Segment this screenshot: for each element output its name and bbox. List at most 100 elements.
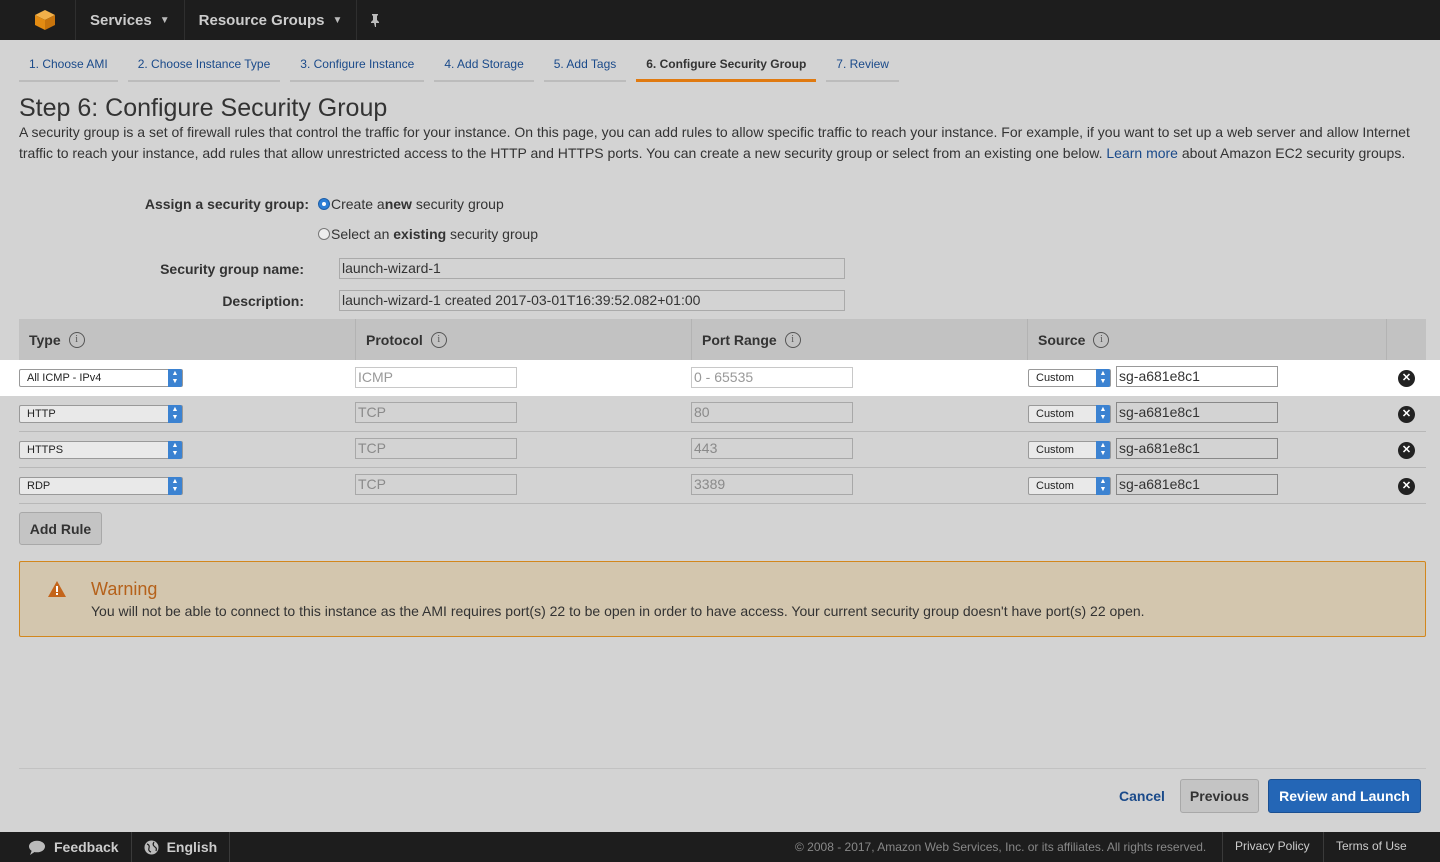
table-row: All ICMP - IPv4 ▲ ▼ ICMP 0 - 65535 Custom…	[0, 360, 1440, 396]
warning-text: You will not be able to connect to this …	[91, 603, 1145, 619]
protocol-field[interactable]: TCP	[355, 474, 517, 495]
info-icon[interactable]: i	[430, 331, 447, 348]
table-row: HTTP ▲ ▼ TCP 80 Custom ▲ ▼ sg-a681e8c1 ✕	[0, 396, 1440, 432]
resource-groups-label: Resource Groups	[198, 11, 325, 29]
tab-add-storage[interactable]: 4. Add Storage	[434, 52, 534, 82]
type-select-value: RDP	[27, 480, 51, 492]
description-label: Description:	[222, 293, 304, 309]
column-source-label: Source	[1038, 331, 1086, 348]
source-type-select[interactable]: Custom ▲ ▼	[1028, 405, 1111, 423]
globe-icon	[144, 840, 159, 854]
port-range-field[interactable]: 80	[691, 402, 853, 423]
protocol-field[interactable]: ICMP	[355, 367, 517, 388]
intro-text-tail: about Amazon EC2 security groups.	[1181, 145, 1406, 161]
select-arrows-icon: ▲ ▼	[168, 369, 182, 387]
select-arrows-icon: ▲ ▼	[1096, 405, 1110, 423]
radio-select-existing-pre: Select an	[331, 226, 394, 242]
description-input[interactable]: launch-wizard-1 created 2017-03-01T16:39…	[339, 290, 845, 311]
review-and-launch-button[interactable]: Review and Launch	[1268, 779, 1421, 813]
tab-choose-ami[interactable]: 1. Choose AMI	[19, 52, 118, 82]
select-arrows-icon: ▲ ▼	[1096, 477, 1110, 495]
warning-title: Warning	[91, 579, 158, 599]
source-input[interactable]: sg-a681e8c1	[1116, 402, 1278, 423]
source-type-select[interactable]: Custom ▲ ▼	[1028, 477, 1111, 495]
security-group-name-input[interactable]: launch-wizard-1	[339, 258, 845, 279]
type-select[interactable]: All ICMP - IPv4 ▲ ▼	[19, 369, 183, 387]
column-type-label: Type	[29, 331, 61, 348]
feedback-button[interactable]: Feedback	[0, 832, 132, 862]
column-protocol-label: Protocol	[366, 331, 423, 348]
source-input[interactable]: sg-a681e8c1	[1116, 366, 1278, 387]
language-selector[interactable]: English	[132, 832, 231, 862]
radio-create-new[interactable]: Create a new security group	[318, 196, 504, 212]
info-icon[interactable]: i	[784, 331, 801, 348]
port-range-field[interactable]: 3389	[691, 474, 853, 495]
services-menu[interactable]: Services ▼	[75, 0, 184, 40]
type-select-value: HTTPS	[27, 444, 64, 456]
add-rule-button[interactable]: Add Rule	[19, 512, 102, 545]
source-type-select[interactable]: Custom ▲ ▼	[1028, 369, 1111, 387]
column-header-protocol: Protocol i	[356, 319, 692, 360]
column-port-range-label: Port Range	[702, 331, 777, 348]
remove-rule-close-icon[interactable]: ✕	[1398, 478, 1415, 495]
tab-configure-instance[interactable]: 3. Configure Instance	[290, 52, 425, 82]
port-range-field[interactable]: 0 - 65535	[691, 367, 853, 388]
radio-create-new-bold: new	[384, 196, 412, 212]
type-select[interactable]: RDP ▲ ▼	[19, 477, 183, 495]
chevron-down-icon: ▼	[159, 14, 170, 26]
protocol-field[interactable]: TCP	[355, 402, 517, 423]
intro-text: A security group is a set of firewall ru…	[19, 122, 1429, 164]
cancel-button[interactable]: Cancel	[1119, 788, 1165, 804]
separator	[1222, 832, 1223, 862]
remove-rule-close-icon[interactable]: ✕	[1398, 406, 1415, 423]
table-row: RDP ▲ ▼ TCP 3389 Custom ▲ ▼ sg-a681e8c1 ✕	[0, 468, 1440, 504]
port-range-field[interactable]: 443	[691, 438, 853, 459]
info-icon[interactable]: i	[68, 331, 85, 348]
select-arrows-icon: ▲ ▼	[1096, 441, 1110, 459]
type-select[interactable]: HTTPS ▲ ▼	[19, 441, 183, 459]
terms-of-use-link[interactable]: Terms of Use	[1336, 839, 1407, 853]
info-icon[interactable]: i	[1093, 331, 1110, 348]
aws-cube-logo-icon[interactable]	[27, 0, 63, 40]
radio-unchecked-icon[interactable]	[318, 228, 330, 240]
privacy-policy-link[interactable]: Privacy Policy	[1235, 839, 1310, 853]
source-type-select[interactable]: Custom ▲ ▼	[1028, 441, 1111, 459]
warning-panel: Warning You will not be able to connect …	[19, 561, 1426, 637]
radio-select-existing[interactable]: Select an existing security group	[318, 226, 538, 242]
previous-button[interactable]: Previous	[1180, 779, 1259, 813]
column-header-port-range: Port Range i	[692, 319, 1028, 360]
pin-icon[interactable]	[356, 0, 393, 40]
language-label: English	[166, 839, 218, 855]
type-select-value: HTTP	[27, 408, 56, 420]
select-arrows-icon: ▲ ▼	[168, 477, 182, 495]
remove-rule-close-icon[interactable]: ✕	[1398, 370, 1415, 387]
warning-triangle-icon	[48, 581, 66, 597]
wizard-steps: 1. Choose AMI 2. Choose Instance Type 3.…	[19, 52, 899, 82]
chevron-down-icon: ▼	[332, 14, 343, 26]
select-arrows-icon: ▲ ▼	[1096, 369, 1110, 387]
tab-review[interactable]: 7. Review	[826, 52, 899, 82]
remove-rule-close-icon[interactable]: ✕	[1398, 442, 1415, 459]
row-divider	[19, 503, 1426, 504]
radio-checked-icon[interactable]	[318, 198, 330, 210]
resource-groups-menu[interactable]: Resource Groups ▼	[183, 0, 357, 40]
security-group-name-label: Security group name:	[160, 261, 304, 277]
source-type-value: Custom	[1036, 444, 1074, 456]
source-type-value: Custom	[1036, 480, 1074, 492]
source-input[interactable]: sg-a681e8c1	[1116, 438, 1278, 459]
separator	[1323, 832, 1324, 862]
services-label: Services	[90, 11, 152, 29]
learn-more-link[interactable]: Learn more	[1106, 145, 1178, 161]
page-title: Step 6: Configure Security Group	[19, 94, 388, 122]
type-select[interactable]: HTTP ▲ ▼	[19, 405, 183, 423]
top-navigation: Services ▼ Resource Groups ▼	[0, 0, 1440, 40]
column-header-type: Type i	[19, 319, 356, 360]
radio-create-new-pre: Create a	[331, 196, 385, 212]
protocol-field[interactable]: TCP	[355, 438, 517, 459]
tab-configure-security-group[interactable]: 6. Configure Security Group	[636, 52, 817, 82]
source-input[interactable]: sg-a681e8c1	[1116, 474, 1278, 495]
copyright-text: © 2008 - 2017, Amazon Web Services, Inc.…	[795, 840, 1207, 854]
tab-add-tags[interactable]: 5. Add Tags	[543, 52, 627, 82]
source-type-value: Custom	[1036, 372, 1074, 384]
tab-choose-instance-type[interactable]: 2. Choose Instance Type	[127, 52, 281, 82]
